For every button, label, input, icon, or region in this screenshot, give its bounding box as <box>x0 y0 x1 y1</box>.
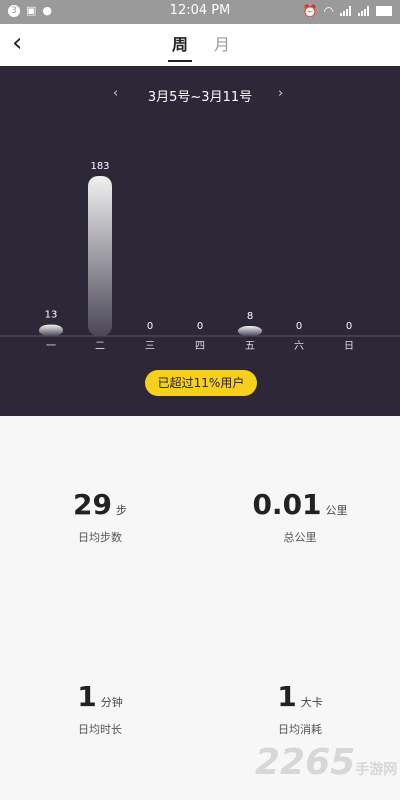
bar-value-label: 0 <box>346 321 352 332</box>
tab-week[interactable]: 周 <box>172 31 188 55</box>
x-tick-label: 三 <box>145 341 155 352</box>
wifi-icon: ◠ <box>323 4 334 18</box>
signal-icon <box>340 6 352 16</box>
tab-month[interactable]: 月 <box>214 31 230 55</box>
stat-label: 总公里 <box>283 531 317 544</box>
stat-label: 日均时长 <box>78 723 122 736</box>
stat-label: 日均消耗 <box>278 723 322 736</box>
stat-value: 0.01 <box>252 488 322 521</box>
x-tick-label: 日 <box>344 341 354 352</box>
x-tick-label: 二 <box>95 341 105 352</box>
bar-二 <box>88 176 112 336</box>
stat-daily-duration: 1 分钟 日均时长 <box>0 680 200 737</box>
stat-total-distance: 0.01 公里 总公里 <box>200 488 400 545</box>
bar-value-label: 8 <box>247 311 253 322</box>
bar-五 <box>238 326 262 336</box>
chart-panel: ‹ 3月5号~3月11号 › 13 一 183 二 0 三 0 四 8 五 0 六 0 日 已超过11%用… <box>0 66 400 416</box>
chevron-left-icon[interactable]: ‹ <box>12 30 22 56</box>
stat-daily-steps: 29 步 日均步数 <box>0 488 200 545</box>
tab-underline <box>168 60 192 62</box>
bar-value-label: 0 <box>147 321 153 332</box>
stat-unit: 步 <box>115 504 127 517</box>
stat-unit: 大卡 <box>300 696 323 709</box>
stat-value: 1 <box>77 680 97 713</box>
x-tick-label: 一 <box>46 341 56 352</box>
next-week-arrow-icon[interactable]: › <box>278 86 283 101</box>
bar-value-label: 0 <box>296 321 302 332</box>
bar-一 <box>39 324 63 336</box>
date-range: 3月5号~3月11号 <box>147 90 253 105</box>
bar-value-label: 13 <box>45 310 58 321</box>
stat-label: 日均步数 <box>78 531 122 544</box>
bar-value-label: 183 <box>90 161 109 172</box>
bar-value-label: 0 <box>197 321 203 332</box>
battery-icon <box>376 6 392 16</box>
top-header: ‹ 周 月 <box>0 24 400 66</box>
status-bar: 3 ▣ ● 12:04 PM ⏰ ◠ <box>0 0 400 24</box>
percentile-badge: 已超过11%用户 <box>145 370 257 396</box>
alarm-icon: ⏰ <box>302 4 318 18</box>
stat-value: 1 <box>277 680 297 713</box>
stat-value: 29 <box>73 488 112 521</box>
stat-unit: 公里 <box>325 504 348 517</box>
status-right-icons: ⏰ ◠ <box>303 4 392 18</box>
signal-icon <box>358 6 370 16</box>
watermark-logo: 2265手游网 <box>255 742 398 783</box>
x-tick-label: 四 <box>195 341 205 352</box>
x-tick-label: 六 <box>294 340 304 352</box>
stat-unit: 分钟 <box>100 696 123 709</box>
steps-bar-chart: 13 一 183 二 0 三 0 四 8 五 0 六 0 日 <box>0 161 400 352</box>
stat-daily-calories: 1 大卡 日均消耗 <box>200 680 400 737</box>
x-tick-label: 五 <box>245 341 255 352</box>
